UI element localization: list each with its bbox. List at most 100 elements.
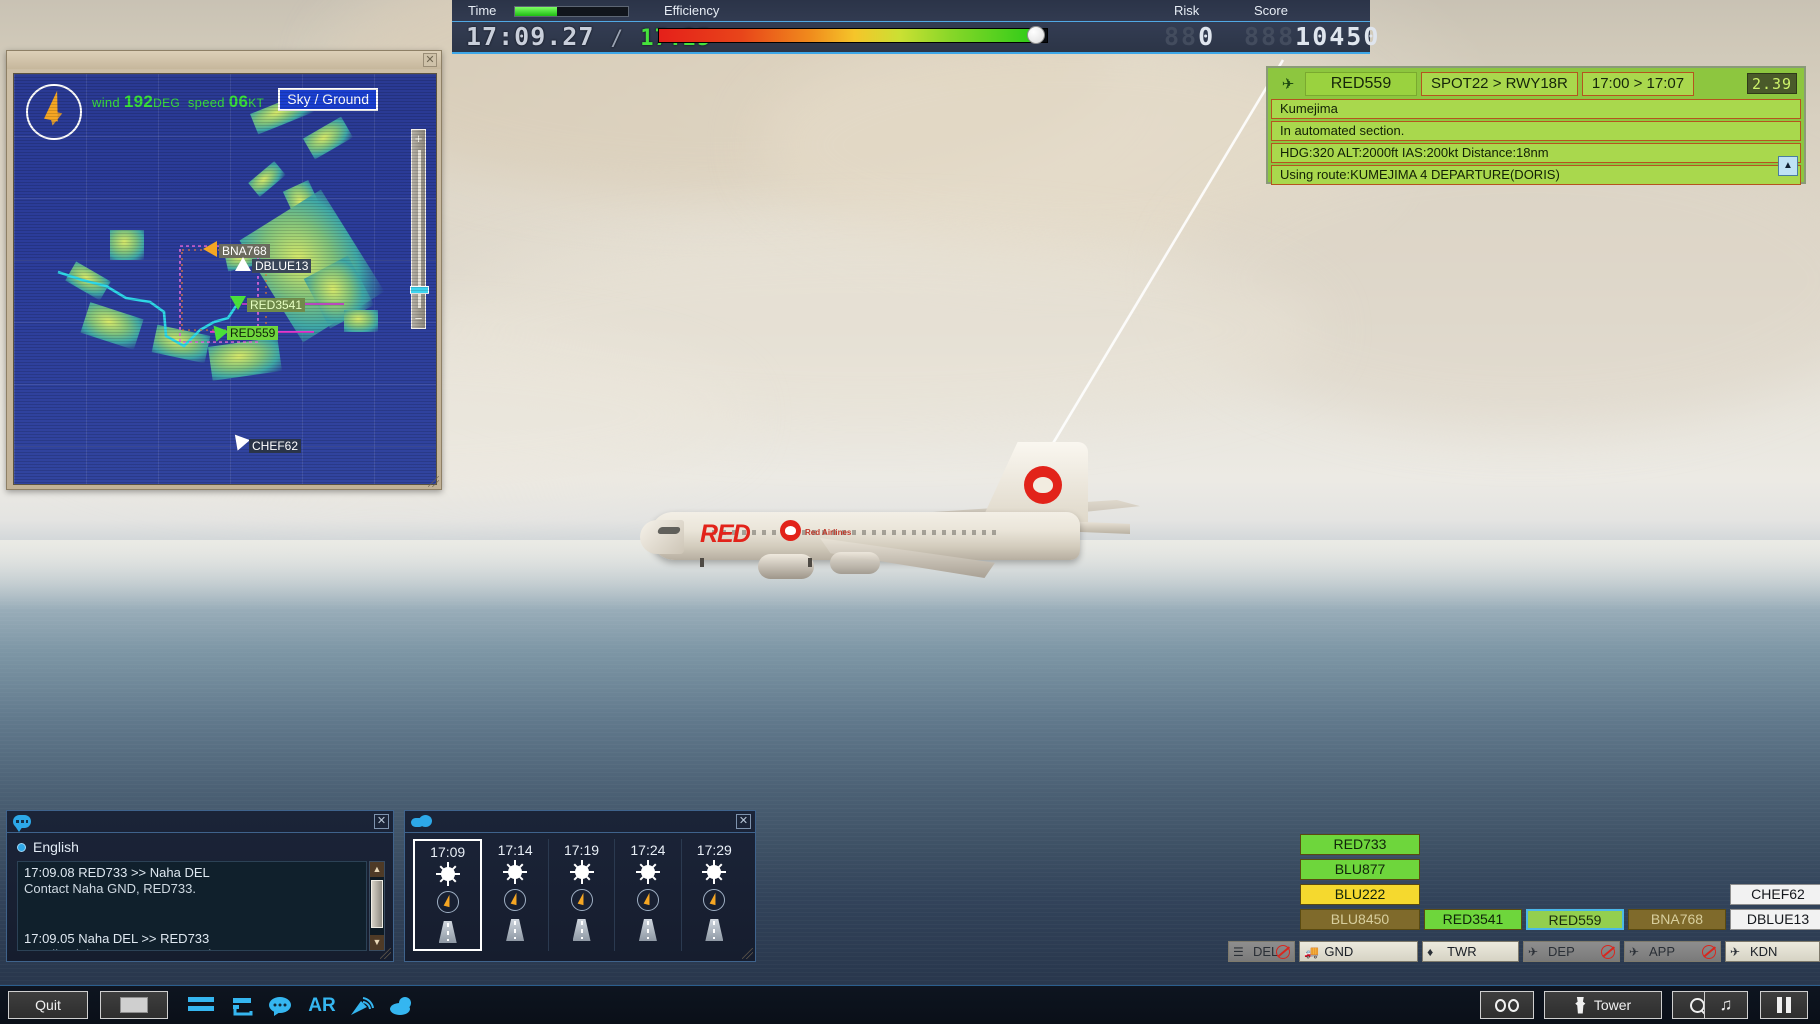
weather-slot[interactable]: 17:24 [615, 839, 682, 951]
wind-dial-icon [636, 889, 659, 911]
aircraft-tag-column: BNA768 [1628, 909, 1726, 934]
aircraft-tag[interactable]: RED3541 [1424, 909, 1522, 930]
aircraft-nose [640, 520, 684, 554]
chat-scrollbar[interactable]: ▲ ▼ [369, 861, 385, 951]
window-icon [120, 997, 148, 1013]
chat-message-header: 17:09.08 RED733 >> Naha DEL [24, 865, 210, 880]
approach-icon: ✈ [1629, 945, 1640, 959]
pause-button[interactable] [1760, 991, 1808, 1019]
radio-selected-icon[interactable] [17, 843, 26, 852]
controller-position-twr[interactable]: ♦ TWR [1422, 941, 1520, 962]
chat-message-log[interactable]: 17:09.08 RED733 >> Naha DEL Contact Naha… [17, 861, 367, 951]
magnifier-icon [1689, 997, 1705, 1013]
weather-slot[interactable]: 17:29 [682, 839, 747, 951]
aircraft-cabin-windows [712, 530, 1002, 535]
close-icon[interactable]: ✕ [736, 814, 751, 829]
controller-position-app[interactable]: ✈ APP [1624, 941, 1721, 962]
radar-map-canvas[interactable]: wind 192DEG speed 06KT Sky / Ground + − … [13, 73, 437, 485]
chat-bubble-icon[interactable] [266, 995, 294, 1017]
time-label: Time [468, 3, 497, 18]
controller-position-del[interactable]: ☰ DEL [1228, 941, 1296, 962]
close-icon[interactable]: ✕ [423, 53, 437, 67]
aircraft-tag[interactable]: BNA768 [1628, 909, 1726, 930]
resize-handle[interactable] [380, 948, 391, 959]
aircraft-livery-text: RED [700, 520, 751, 548]
chat-panel-titlebar[interactable]: ✕ [7, 811, 393, 833]
aircraft-direction-icon [203, 241, 217, 257]
aircraft-direction-icon [230, 296, 246, 310]
communications-panel[interactable]: ✕ English 17:09.08 RED733 >> Naha DEL Co… [6, 810, 394, 962]
chart-icon[interactable] [228, 995, 256, 1017]
map-aircraft-label[interactable]: BNA768 [219, 244, 270, 258]
quit-button[interactable]: Quit [8, 991, 88, 1019]
chat-icon [13, 815, 31, 832]
runway-icon [572, 919, 591, 941]
map-aircraft-label[interactable]: RED3541 [247, 298, 306, 312]
weather-slot[interactable]: 17:19 [549, 839, 616, 951]
weather-panel-titlebar[interactable]: ✕ [405, 811, 755, 833]
aircraft-tag-column: RED733 BLU877 BLU222 BLU8450 [1300, 834, 1420, 934]
weather-slot-time: 17:19 [563, 842, 600, 858]
weather-slot-grid: 17:09 17:14 17:19 17:24 17:29 [413, 839, 747, 951]
ar-mode-button[interactable]: AR [304, 995, 340, 1017]
aircraft-tag[interactable]: RED733 [1300, 834, 1420, 855]
risk-dim-digits: 88 [1164, 22, 1199, 51]
map-aircraft-label[interactable]: RED559 [227, 326, 279, 340]
close-icon[interactable]: ✕ [374, 814, 389, 829]
aircraft-landing-gear [808, 558, 812, 567]
flight-strip-route[interactable]: SPOT22 > RWY18R [1421, 72, 1578, 96]
weather-forecast-panel[interactable]: ✕ 17:09 17:14 17:19 17:24 17:29 [404, 810, 756, 962]
aircraft-tag[interactable]: DBLUE13 [1730, 909, 1820, 930]
window-mode-button[interactable] [100, 991, 168, 1019]
aircraft-tag-column: CHEF62 DBLUE13 [1730, 884, 1820, 934]
controller-position-gnd[interactable]: 🚚 GND [1299, 941, 1419, 962]
resize-handle[interactable] [428, 476, 439, 487]
scrollbar-thumb[interactable] [371, 880, 383, 928]
score-value: 88810450 [1244, 22, 1380, 51]
binoculars-button[interactable] [1480, 991, 1534, 1019]
cloud-icon[interactable] [388, 995, 416, 1017]
aircraft-engine [758, 554, 814, 579]
aircraft-tag[interactable]: BLU8450 [1300, 909, 1420, 930]
flight-strip-telemetry: HDG:320 ALT:2000ft IAS:200kt Distance:18… [1271, 143, 1801, 163]
language-label: English [33, 839, 79, 855]
ground-vehicle-icon: 🚚 [1304, 945, 1320, 959]
flight-strip-callsign[interactable]: RED559 [1305, 72, 1417, 96]
controller-label: DEL [1253, 944, 1279, 959]
aircraft-landing-gear [700, 558, 704, 567]
map-window-titlebar[interactable]: ✕ [7, 51, 441, 69]
scroll-up-icon[interactable]: ▲ [370, 862, 384, 877]
aircraft-tag[interactable]: BLU222 [1300, 884, 1420, 905]
weather-slot[interactable]: 17:14 [482, 839, 549, 951]
tower-icon [1575, 996, 1586, 1014]
aircraft-tag[interactable]: CHEF62 [1730, 884, 1820, 905]
scroll-up-icon[interactable]: ▲ [1778, 156, 1798, 176]
flight-strip-panel[interactable]: ✈ RED559 SPOT22 > RWY18R 17:00 > 17:07 2… [1266, 66, 1806, 185]
aircraft-livery-subtext: Red Airlines [805, 528, 852, 537]
controller-position-dep[interactable]: ✈ DEP [1523, 941, 1620, 962]
sun-icon [573, 863, 591, 881]
aircraft-model[interactable]: RED Red Airlines [640, 442, 1200, 600]
view-mode-button[interactable]: Tower [1544, 991, 1662, 1019]
radar-dish-icon[interactable] [348, 995, 376, 1017]
weather-slot[interactable]: 17:09 [413, 839, 483, 951]
risk-active-digits: 0 [1198, 22, 1216, 51]
aircraft-tag[interactable]: BLU877 [1300, 859, 1420, 880]
time-progress-bar [514, 6, 629, 17]
wind-dial-icon [436, 891, 459, 913]
radar-map-window[interactable]: ✕ BNA768 DBLUE13 RED3541 RED559 CHEF62 [6, 50, 442, 490]
risk-value: 880 [1164, 22, 1215, 51]
disabled-icon [1701, 945, 1716, 959]
language-option[interactable]: English [17, 839, 79, 855]
controller-position-kdn[interactable]: ✈ KDN [1724, 941, 1820, 962]
resize-handle[interactable] [742, 948, 753, 959]
aircraft-direction-icon [235, 257, 251, 271]
strip-board-icon[interactable] [188, 995, 214, 1017]
aircraft-tag[interactable]: RED559 [1526, 909, 1624, 930]
departure-icon: ✈ [1528, 945, 1539, 959]
flight-strip-times[interactable]: 17:00 > 17:07 [1581, 72, 1695, 96]
music-button[interactable]: ♫ [1704, 991, 1748, 1019]
map-aircraft-label[interactable]: CHEF62 [249, 439, 302, 453]
map-aircraft-label[interactable]: DBLUE13 [252, 259, 312, 273]
runway-icon [506, 919, 525, 941]
